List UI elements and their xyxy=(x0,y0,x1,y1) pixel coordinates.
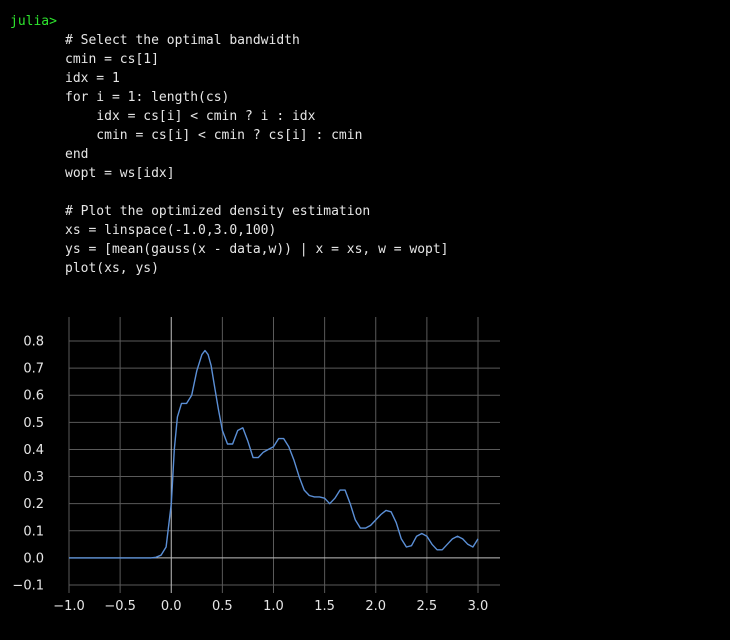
code-block[interactable]: # Select the optimal bandwidth cmin = cs[… xyxy=(65,31,449,278)
code-line: end xyxy=(65,147,89,162)
code-line: cmin = cs[1] xyxy=(65,52,159,67)
code-line: for i = 1: length(cs) xyxy=(65,90,230,105)
code-line: # Plot the optimized density estimation xyxy=(65,204,371,219)
x-tick-label: 1.0 xyxy=(263,599,284,614)
repl-prompt: julia> xyxy=(10,14,57,29)
code-line: idx = 1 xyxy=(65,71,120,86)
code-line: cmin = cs[i] < cmin ? cs[i] : cmin xyxy=(65,128,363,143)
x-tick-label: 2.5 xyxy=(417,599,438,614)
y-tick-label: 0.2 xyxy=(23,497,44,512)
code-line: idx = cs[i] < cmin ? i : idx xyxy=(65,109,316,124)
x-tick-label: 0.5 xyxy=(212,599,233,614)
plot-grid xyxy=(68,317,500,593)
y-tick-label: 0.3 xyxy=(23,470,44,485)
julia-repl[interactable]: julia> # Select the optimal bandwidth cmi… xyxy=(0,0,730,300)
x-tick-label: 0.0 xyxy=(161,599,182,614)
y-tick-label: 0.7 xyxy=(23,362,44,377)
density-plot: −1.0 −0.5 0.0 0.5 1.0 1.5 2.0 2.5 3.0 0.8 0.7 0.6 0.… xyxy=(12,317,500,615)
y-tick-label: 0.6 xyxy=(23,389,44,404)
x-tick-label: −1.0 xyxy=(53,599,85,614)
x-tick-label: 3.0 xyxy=(468,599,489,614)
y-tick-label: 0.5 xyxy=(23,416,44,431)
plot-axes xyxy=(69,317,500,593)
plot-tick-labels: −1.0 −0.5 0.0 0.5 1.0 1.5 2.0 2.5 3.0 0.8 0.7 0.6 0.… xyxy=(12,335,488,615)
code-line: # Select the optimal bandwidth xyxy=(65,33,300,48)
code-line: wopt = ws[idx] xyxy=(65,166,175,181)
y-tick-label: 0.8 xyxy=(23,335,44,350)
y-tick-label: 0.0 xyxy=(23,551,44,566)
x-tick-label: −0.5 xyxy=(104,599,136,614)
y-tick-label: 0.4 xyxy=(23,443,44,458)
y-tick-label: 0.1 xyxy=(23,524,44,539)
code-line: ys = [mean(gauss(x - data,w)) | x = xs, … xyxy=(65,242,449,257)
code-line: xs = linspace(-1.0,3.0,100) xyxy=(65,223,277,238)
code-line: plot(xs, ys) xyxy=(65,261,159,276)
x-tick-label: 2.0 xyxy=(365,599,386,614)
y-tick-label: −0.1 xyxy=(12,579,44,594)
x-tick-label: 1.5 xyxy=(314,599,335,614)
